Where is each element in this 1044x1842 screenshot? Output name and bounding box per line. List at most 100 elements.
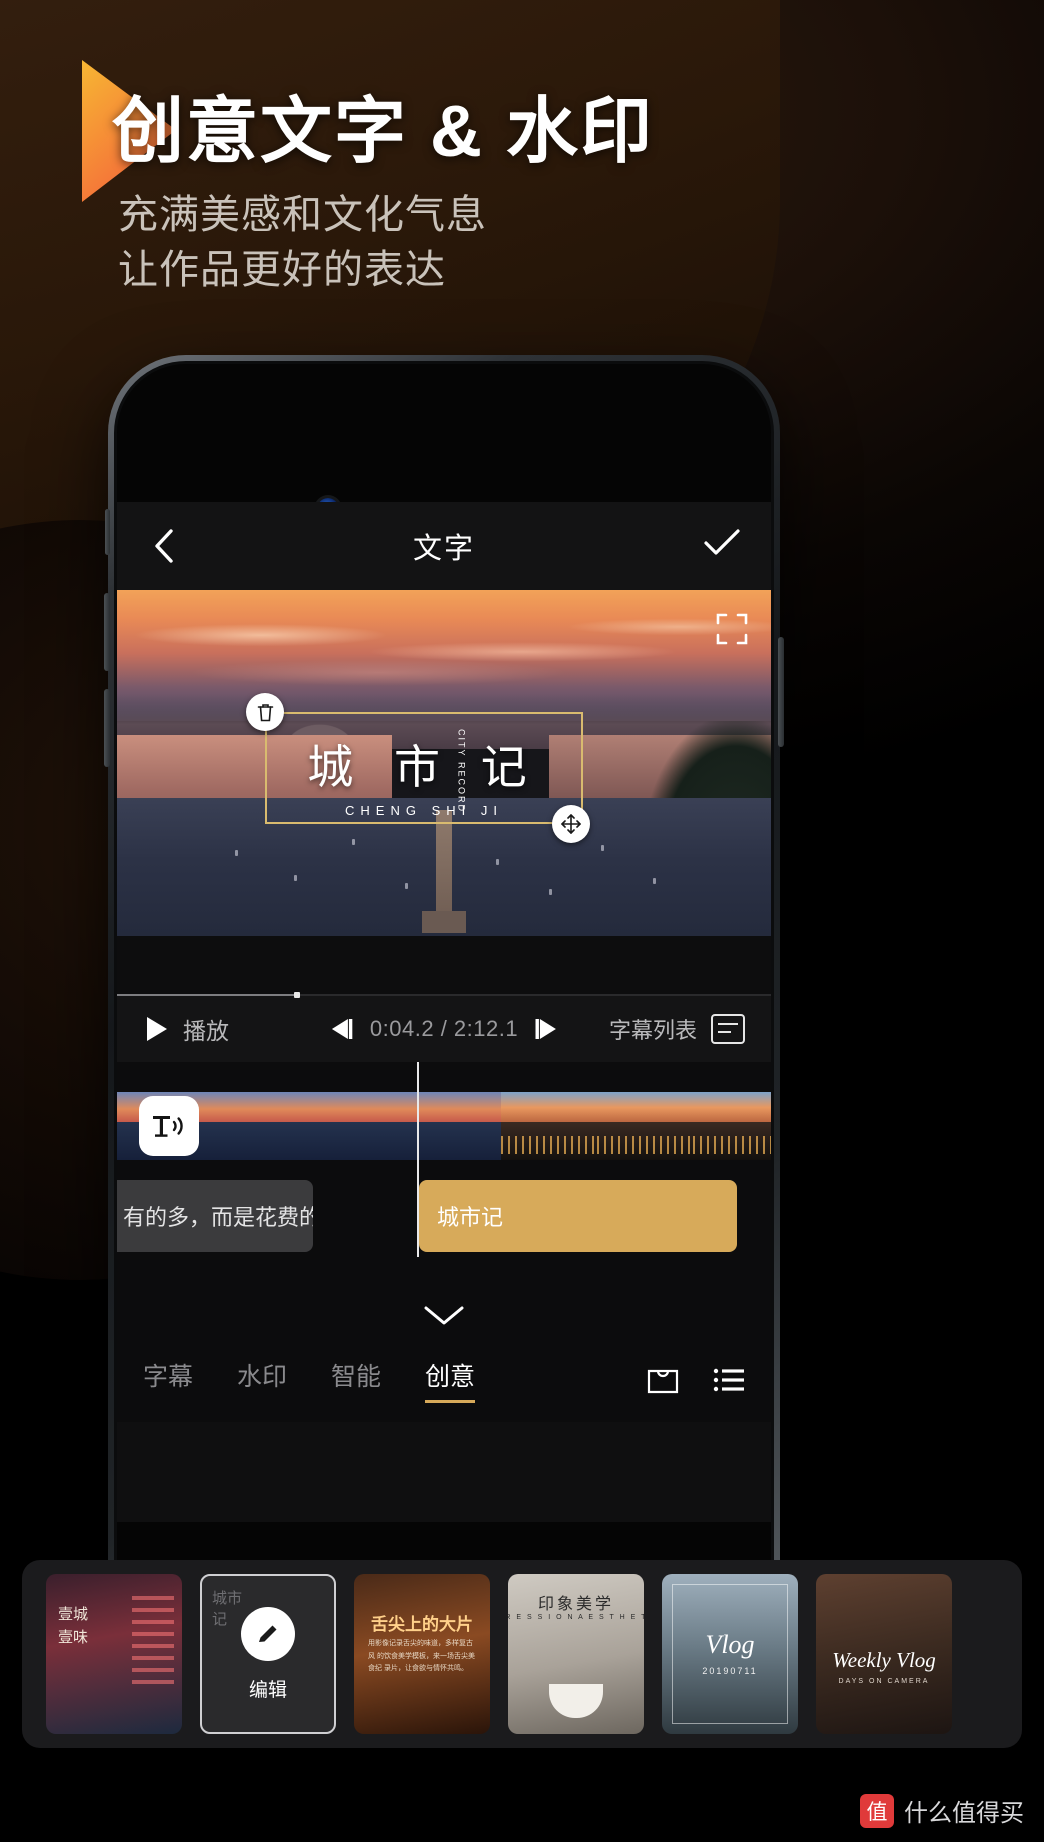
text-overlay-pinyin: CHENG SHI JI xyxy=(345,803,503,818)
template-item[interactable]: Vlog 20190711 xyxy=(662,1574,798,1734)
preview-person xyxy=(600,844,604,851)
phone-mockup: 文字 城 市 记 CITY RECORD CHENG SHI JI 播放 0:0… xyxy=(104,355,784,1655)
template-subtitle: I M P R E S S I O N A E S T H E T I C S xyxy=(508,1614,644,1621)
text-overlay-vertical-1: CITY xyxy=(456,729,467,758)
subtitle-list-label: 字幕列表 xyxy=(608,1017,697,1043)
template-item[interactable]: 舌尖上的大片 用影像记录舌尖的味道，多样复古风 的饮食美学模板，来一场舌尖美食纪… xyxy=(354,1574,490,1734)
progress-knob[interactable] xyxy=(293,992,300,998)
pencil-icon xyxy=(259,1625,277,1642)
preview-person xyxy=(293,875,297,882)
timeline-thumbnail[interactable] xyxy=(693,1092,771,1160)
watermark-badge: 值 xyxy=(860,1793,894,1828)
video-preview[interactable]: 城 市 记 CITY RECORD CHENG SHI JI xyxy=(117,590,771,936)
play-label: 播放 xyxy=(183,1017,229,1044)
move-icon xyxy=(561,814,581,834)
template-decoration xyxy=(132,1596,174,1688)
watermark: 值 什么值得买 xyxy=(860,1793,1024,1828)
preview-person xyxy=(404,883,408,890)
template-item[interactable]: 壹城 壹味 xyxy=(46,1574,182,1734)
bottom-tabbar: 字幕 水印 智能 创意 xyxy=(117,1338,771,1422)
template-label: 壹城 壹味 xyxy=(58,1604,88,1649)
page-title: 创意文字 & 水印 xyxy=(112,92,655,172)
tab-creative[interactable]: 创意 xyxy=(425,1357,476,1403)
template-title: 印象美学 xyxy=(537,1596,615,1613)
template-title: Vlog xyxy=(705,1630,755,1659)
timeline-thumbnail[interactable] xyxy=(405,1092,501,1160)
preview-person xyxy=(496,858,500,865)
template-item[interactable]: Weekly Vlog DAYS ON CAMERA xyxy=(816,1574,952,1734)
list-icon[interactable] xyxy=(713,1367,745,1393)
fullscreen-button[interactable] xyxy=(715,612,749,646)
template-carousel[interactable]: 壹城 壹味 城市记 编辑 舌尖上的大片 用影像记录舌尖的味道，多样复古风 的饮食… xyxy=(22,1560,1022,1748)
subtitle-clip[interactable]: 有的多，而是花费的少 xyxy=(117,1180,313,1252)
fullscreen-icon xyxy=(716,613,748,645)
app-navbar: 文字 xyxy=(117,502,771,590)
subtitle-track[interactable]: 有的多，而是花费的少 城市记 xyxy=(117,1180,771,1252)
phone-power-button xyxy=(778,637,784,747)
timeline-thumbnail[interactable] xyxy=(309,1092,405,1160)
step-forward-icon[interactable] xyxy=(534,1017,560,1041)
preview-person xyxy=(234,850,238,857)
edit-label: 编辑 xyxy=(248,1679,287,1701)
preview-person xyxy=(653,877,657,884)
template-decoration xyxy=(549,1684,603,1718)
delete-overlay-handle[interactable] xyxy=(246,693,284,731)
list-panel-icon xyxy=(711,1013,745,1044)
confirm-button[interactable] xyxy=(703,527,741,565)
chevron-down-icon xyxy=(424,1306,464,1325)
time-display: 0:04.2 / 2:12.1 xyxy=(369,1015,519,1041)
tab-watermark[interactable]: 水印 xyxy=(237,1357,287,1403)
progress-fill xyxy=(117,994,294,996)
collapse-panel-button[interactable] xyxy=(117,1292,771,1338)
tab-smart[interactable]: 智能 xyxy=(331,1357,381,1403)
play-icon xyxy=(147,1016,167,1041)
subtitle-list-button[interactable]: 字幕列表 xyxy=(609,1013,745,1045)
phone-sensor-row xyxy=(117,426,771,520)
hero-subtitle-line-2: 让作品更好的表达 xyxy=(118,248,446,293)
preview-obelisk-base xyxy=(422,911,466,934)
text-overlay-vertical: CITY RECORD xyxy=(455,729,467,813)
video-track[interactable] xyxy=(117,1092,771,1160)
timeline-thumbnail[interactable] xyxy=(213,1092,309,1160)
app-screen: 文字 城 市 记 CITY RECORD CHENG SHI JI 播放 0:0… xyxy=(117,502,771,1522)
timeline-thumbnail[interactable] xyxy=(597,1092,693,1160)
text-overlay-selection[interactable]: 城 市 记 CITY RECORD CHENG SHI JI xyxy=(265,712,583,824)
preview-clouds xyxy=(117,603,771,708)
template-title-line-1: 壹城 xyxy=(58,1606,89,1623)
template-title: 舌尖上的大片 xyxy=(371,1615,473,1634)
move-overlay-handle[interactable] xyxy=(552,805,590,843)
hero-subtitle-line-1: 充满美感和文化气息 xyxy=(118,193,487,237)
template-date: 20190711 xyxy=(702,1666,758,1676)
template-item[interactable]: 印象美学 I M P R E S S I O N A E S T H E T I… xyxy=(508,1574,644,1734)
subtitle-clip-selected[interactable]: 城市记 xyxy=(419,1180,737,1252)
preview-person xyxy=(548,888,552,895)
playback-bar: 播放 0:04.2 / 2:12.1 字幕列表 xyxy=(117,992,771,1062)
time-control-group: 0:04.2 / 2:12.1 xyxy=(328,1016,560,1042)
hero-subtitle: 充满美感和文化气息 让作品更好的表达 xyxy=(118,188,487,298)
phone-mute-switch xyxy=(105,509,110,555)
template-subtitle: DAYS ON CAMERA xyxy=(838,1678,930,1685)
tabbar-icon-group xyxy=(647,1365,745,1395)
play-control-group[interactable]: 播放 xyxy=(145,1012,229,1046)
step-backward-icon[interactable] xyxy=(328,1017,354,1041)
timeline-thumbnail[interactable] xyxy=(501,1092,597,1160)
phone-screen: 文字 城 市 记 CITY RECORD CHENG SHI JI 播放 0:0… xyxy=(114,361,774,1649)
back-button[interactable] xyxy=(147,529,181,563)
store-bag-icon[interactable] xyxy=(647,1365,679,1395)
preview-gap-strip xyxy=(117,936,771,994)
watermark-text: 什么值得买 xyxy=(904,1800,1024,1827)
template-item-selected[interactable]: 城市记 编辑 xyxy=(200,1574,336,1734)
template-body: 用影像记录舌尖的味道，多样复古风 的饮食美学模板，来一场舌尖美食纪 录片，让食欲… xyxy=(368,1640,475,1673)
edit-button[interactable] xyxy=(241,1606,295,1661)
tab-subtitle[interactable]: 字幕 xyxy=(143,1357,193,1403)
preview-person xyxy=(352,839,356,846)
phone-volume-up-button xyxy=(104,593,110,671)
progress-track[interactable] xyxy=(117,992,771,998)
text-overlay-main: 城 市 记 xyxy=(307,740,541,793)
check-icon xyxy=(704,529,740,555)
template-title-line-2: 壹味 xyxy=(58,1628,89,1646)
chevron-left-icon xyxy=(155,529,173,563)
template-title: Weekly Vlog xyxy=(832,1648,936,1672)
text-to-speech-badge[interactable] xyxy=(139,1096,199,1156)
timeline[interactable]: 有的多，而是花费的少 城市记 xyxy=(117,1062,771,1292)
